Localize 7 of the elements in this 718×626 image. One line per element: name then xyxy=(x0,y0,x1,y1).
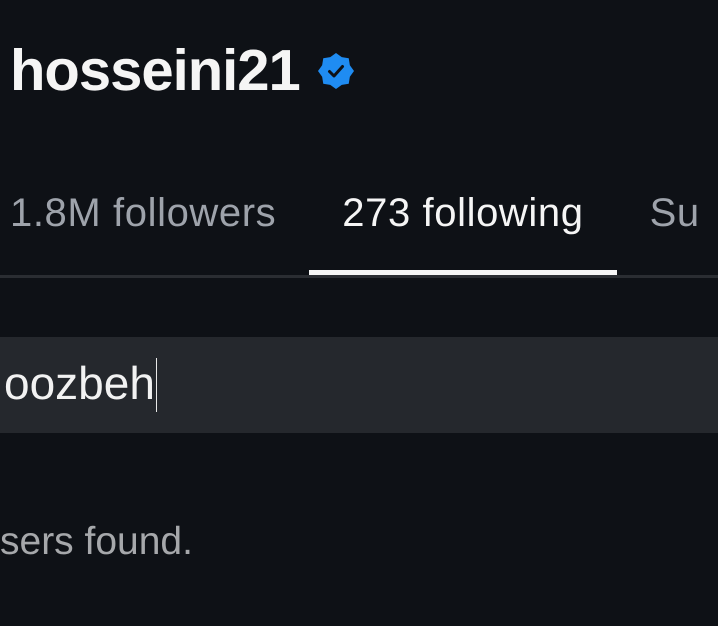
profile-tab[interactable]: Su xyxy=(616,174,700,275)
search-field[interactable]: oozbeh xyxy=(0,337,718,433)
search-text: oozbeh xyxy=(4,356,155,411)
profile-tab[interactable]: 1.8M followers xyxy=(0,174,310,275)
empty-result-message: sers found. xyxy=(0,519,194,565)
profile-tab[interactable]: 273 following xyxy=(309,174,617,275)
profile-username: hosseini21 xyxy=(10,38,300,104)
